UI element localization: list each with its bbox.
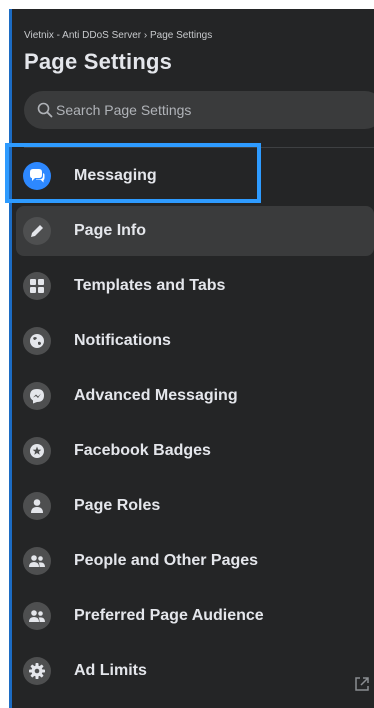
sidebar-item-label: Facebook Badges xyxy=(74,442,211,459)
window-frame-left xyxy=(0,0,9,708)
sidebar-item-label: Messaging xyxy=(74,167,157,184)
search-icon xyxy=(37,102,53,118)
page-title: Page Settings xyxy=(24,49,173,74)
sidebar-item-facebook-badges[interactable]: Facebook Badges xyxy=(16,426,374,476)
sidebar-item-ad-limits[interactable]: Ad Limits xyxy=(16,646,374,696)
sidebar-item-people-and-other-pages[interactable]: People and Other Pages xyxy=(16,536,374,586)
external-link-icon[interactable] xyxy=(354,676,370,697)
sidebar-item-label: Advanced Messaging xyxy=(74,387,238,404)
sidebar-item-label: Page Info xyxy=(74,222,147,239)
messenger-icon xyxy=(23,382,51,410)
messenger-chat-icon xyxy=(23,162,51,190)
sidebar-item-label: Page Roles xyxy=(74,497,161,514)
window-frame-top xyxy=(0,0,374,9)
window-frame-accent xyxy=(9,9,12,708)
pencil-icon xyxy=(23,217,51,245)
star-badge-icon xyxy=(23,437,51,465)
settings-panel: Vietnix - Anti DDoS Server › Page Settin… xyxy=(12,11,374,708)
breadcrumb[interactable]: Vietnix - Anti DDoS Server › Page Settin… xyxy=(24,30,212,41)
search-box[interactable] xyxy=(24,91,374,129)
gear-icon xyxy=(23,657,51,685)
divider xyxy=(24,147,374,148)
search-input[interactable] xyxy=(56,91,356,129)
sidebar-item-messaging[interactable]: Messaging xyxy=(16,151,374,201)
sidebar-item-label: Ad Limits xyxy=(74,662,147,679)
sidebar-item-label: Notifications xyxy=(74,332,171,349)
sidebar-item-label: People and Other Pages xyxy=(74,552,259,569)
grid-icon xyxy=(23,272,51,300)
sidebar-item-label: Templates and Tabs xyxy=(74,277,226,294)
globe-icon xyxy=(23,327,51,355)
people-icon xyxy=(23,547,51,575)
sidebar-item-page-roles[interactable]: Page Roles xyxy=(16,481,374,531)
sidebar-item-advanced-messaging[interactable]: Advanced Messaging xyxy=(16,371,374,421)
sidebar-item-templates-and-tabs[interactable]: Templates and Tabs xyxy=(16,261,374,311)
sidebar-item-label: Preferred Page Audience xyxy=(74,607,264,624)
sidebar-item-notifications[interactable]: Notifications xyxy=(16,316,374,366)
person-icon xyxy=(23,492,51,520)
people-icon xyxy=(23,602,51,630)
sidebar-item-preferred-page-audience[interactable]: Preferred Page Audience xyxy=(16,591,374,641)
sidebar-item-page-info[interactable]: Page Info xyxy=(16,206,374,256)
